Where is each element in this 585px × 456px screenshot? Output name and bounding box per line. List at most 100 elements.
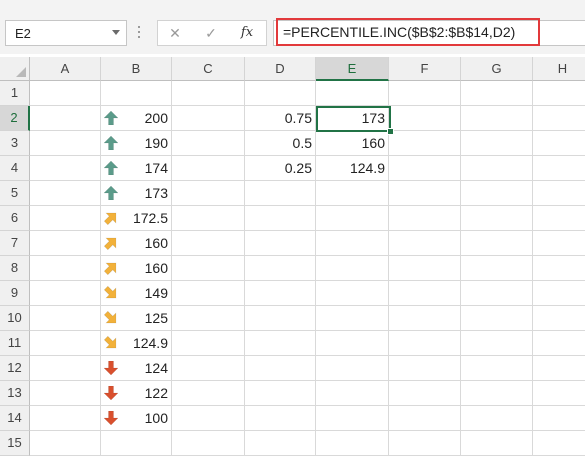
cell-e11[interactable] [316,331,389,356]
cell-f5[interactable] [389,181,461,206]
cell-b5[interactable]: 173 [101,181,172,206]
cell-b2[interactable]: 200 [101,106,172,131]
cell-a11[interactable] [30,331,101,356]
cell-e6[interactable] [316,206,389,231]
cell-d2[interactable]: 0.75 [245,106,316,131]
row-header-3[interactable]: 3 [0,131,30,156]
row-header-15[interactable]: 15 [0,431,30,456]
insert-function-button[interactable]: fx [236,24,258,42]
cell-g2[interactable] [461,106,533,131]
cell-a1[interactable] [30,81,101,106]
cell-h7[interactable] [533,231,585,256]
cell-b13[interactable]: 122 [101,381,172,406]
enter-icon[interactable]: ✓ [200,24,222,42]
cell-c4[interactable] [172,156,245,181]
cell-e12[interactable] [316,356,389,381]
cell-d4[interactable]: 0.25 [245,156,316,181]
column-header-h[interactable]: H [533,57,585,81]
cell-a5[interactable] [30,181,101,206]
cell-h3[interactable] [533,131,585,156]
row-header-1[interactable]: 1 [0,81,30,106]
cell-b15[interactable] [101,431,172,456]
cell-d1[interactable] [245,81,316,106]
cell-c9[interactable] [172,281,245,306]
cell-b8[interactable]: 160 [101,256,172,281]
row-header-7[interactable]: 7 [0,231,30,256]
cell-c1[interactable] [172,81,245,106]
cell-b1[interactable] [101,81,172,106]
cell-b12[interactable]: 124 [101,356,172,381]
cell-d14[interactable] [245,406,316,431]
cell-f9[interactable] [389,281,461,306]
cell-c5[interactable] [172,181,245,206]
cell-g1[interactable] [461,81,533,106]
cell-e5[interactable] [316,181,389,206]
cell-c13[interactable] [172,381,245,406]
cell-c15[interactable] [172,431,245,456]
cell-b3[interactable]: 190 [101,131,172,156]
cell-b9[interactable]: 149 [101,281,172,306]
row-header-6[interactable]: 6 [0,206,30,231]
cell-d9[interactable] [245,281,316,306]
cell-d11[interactable] [245,331,316,356]
cell-g6[interactable] [461,206,533,231]
column-header-d[interactable]: D [245,57,316,81]
row-header-8[interactable]: 8 [0,256,30,281]
cell-g5[interactable] [461,181,533,206]
cell-g7[interactable] [461,231,533,256]
name-box[interactable]: E2 [5,20,127,46]
cell-h4[interactable] [533,156,585,181]
cell-c6[interactable] [172,206,245,231]
cell-f2[interactable] [389,106,461,131]
cell-g13[interactable] [461,381,533,406]
cell-d6[interactable] [245,206,316,231]
row-header-5[interactable]: 5 [0,181,30,206]
cell-g11[interactable] [461,331,533,356]
cell-e10[interactable] [316,306,389,331]
cell-b7[interactable]: 160 [101,231,172,256]
cell-b14[interactable]: 100 [101,406,172,431]
cell-g3[interactable] [461,131,533,156]
cell-h15[interactable] [533,431,585,456]
row-header-10[interactable]: 10 [0,306,30,331]
cell-c11[interactable] [172,331,245,356]
cell-e14[interactable] [316,406,389,431]
cell-h1[interactable] [533,81,585,106]
cell-h10[interactable] [533,306,585,331]
cell-a9[interactable] [30,281,101,306]
cell-e4[interactable]: 124.9 [316,156,389,181]
cell-a8[interactable] [30,256,101,281]
column-header-c[interactable]: C [172,57,245,81]
cell-g9[interactable] [461,281,533,306]
cell-f3[interactable] [389,131,461,156]
cell-b10[interactable]: 125 [101,306,172,331]
cell-e3[interactable]: 160 [316,131,389,156]
row-header-2[interactable]: 2 [0,106,30,131]
cell-d3[interactable]: 0.5 [245,131,316,156]
cell-h2[interactable] [533,106,585,131]
select-all-button[interactable] [0,57,30,81]
cell-f7[interactable] [389,231,461,256]
cell-c14[interactable] [172,406,245,431]
column-header-g[interactable]: G [461,57,533,81]
cell-a12[interactable] [30,356,101,381]
row-header-11[interactable]: 11 [0,331,30,356]
cell-a6[interactable] [30,206,101,231]
cell-g15[interactable] [461,431,533,456]
cell-h8[interactable] [533,256,585,281]
chevron-down-icon[interactable] [112,30,120,35]
cancel-icon[interactable]: ✕ [164,24,186,42]
cell-h6[interactable] [533,206,585,231]
cell-c10[interactable] [172,306,245,331]
cell-d8[interactable] [245,256,316,281]
cell-f10[interactable] [389,306,461,331]
column-header-b[interactable]: B [101,57,172,81]
cell-c12[interactable] [172,356,245,381]
cell-a2[interactable] [30,106,101,131]
cell-f1[interactable] [389,81,461,106]
cell-f11[interactable] [389,331,461,356]
cell-e15[interactable] [316,431,389,456]
cell-d15[interactable] [245,431,316,456]
cell-c2[interactable] [172,106,245,131]
cell-d13[interactable] [245,381,316,406]
